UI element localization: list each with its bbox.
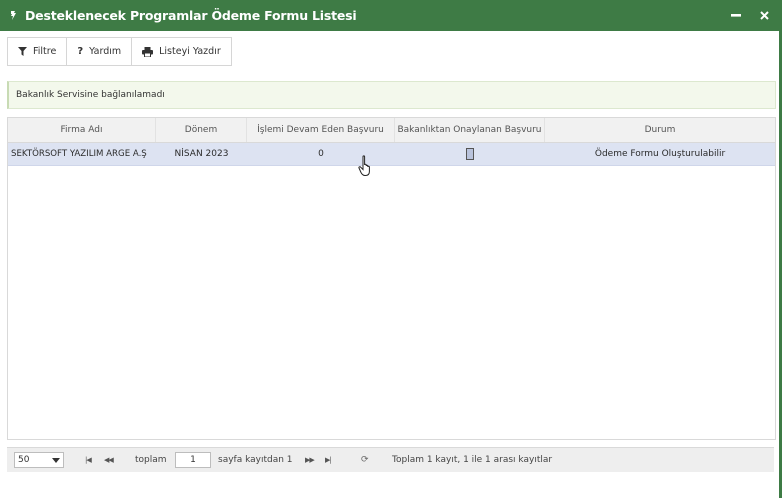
- close-button[interactable]: [756, 7, 772, 23]
- page-size-select[interactable]: 50: [14, 452, 64, 468]
- cell-durum: Ödeme Formu Oluşturulabilir: [594, 149, 726, 159]
- last-page-button[interactable]: ▶|: [325, 448, 332, 472]
- column-header-firma[interactable]: Firma Adı: [8, 118, 156, 142]
- grid-header: Firma Adı Dönem İşlemi Devam Eden Başvur…: [8, 118, 775, 143]
- close-icon: [759, 10, 769, 20]
- help-label: Yardım: [89, 46, 122, 57]
- previous-page-button[interactable]: ◀◀: [104, 448, 114, 472]
- help-button[interactable]: ? Yardım: [67, 38, 133, 65]
- title-bar: Desteklenecek Programlar Ödeme Formu Lis…: [0, 0, 782, 31]
- cell-donem: NİSAN 2023: [174, 149, 229, 159]
- alert-message: Bakanlık Servisine bağlanılamadı: [16, 90, 165, 100]
- pager: 50 |◀ ◀◀ toplam 1 sayfa kayıtdan 1 ▶▶ ▶|…: [7, 447, 774, 472]
- gear-icon: [8, 10, 18, 21]
- column-header-donem[interactable]: Dönem: [156, 118, 247, 142]
- record-summary: Toplam 1 kayıt, 1 ile 1 arası kayıtlar: [392, 455, 553, 465]
- service-alert: Bakanlık Servisine bağlanılamadı: [7, 81, 776, 109]
- printer-icon: [142, 46, 154, 57]
- previous-page-icon: ◀◀: [104, 456, 114, 464]
- first-page-icon: |◀: [85, 456, 92, 464]
- column-header-onaylanan[interactable]: Bakanlıktan Onaylanan Başvuru: [395, 118, 545, 142]
- payment-form-grid: Firma Adı Dönem İşlemi Devam Eden Başvur…: [7, 117, 776, 440]
- refresh-icon: ⟳: [361, 455, 369, 465]
- filter-button[interactable]: Filtre: [8, 38, 68, 65]
- first-page-button[interactable]: |◀: [85, 448, 92, 472]
- next-page-button[interactable]: ▶▶: [305, 448, 315, 472]
- page-size-value: 50: [18, 455, 30, 465]
- toolbar: Filtre ? Yardım Listeyi Yazdır: [7, 37, 232, 66]
- cell-firma: SEKTÖRSOFT YAZILIM ARGE A.Ş: [11, 149, 147, 159]
- minimize-icon: [731, 13, 741, 17]
- total-label: toplam: [135, 455, 167, 465]
- cell-onaylanan[interactable]: [395, 143, 545, 165]
- chevron-down-icon: [52, 457, 60, 467]
- column-header-durum[interactable]: Durum: [545, 118, 775, 142]
- question-icon: ?: [77, 46, 84, 57]
- print-label: Listeyi Yazdır: [159, 46, 221, 57]
- window-title: Desteklenecek Programlar Ödeme Formu Lis…: [25, 8, 357, 23]
- hand-pointer-icon: [358, 155, 370, 176]
- text-caret: [466, 148, 474, 160]
- next-page-icon: ▶▶: [305, 456, 315, 464]
- table-row[interactable]: SEKTÖRSOFT YAZILIM ARGE A.Ş NİSAN 2023 0…: [8, 143, 775, 166]
- filter-icon: [18, 47, 27, 56]
- page-suffix-label: sayfa kayıtdan 1: [218, 455, 293, 465]
- last-page-icon: ▶|: [325, 456, 332, 464]
- minimize-button[interactable]: [728, 7, 744, 23]
- column-header-islemde[interactable]: İşlemi Devam Eden Başvuru: [247, 118, 395, 142]
- filter-label: Filtre: [33, 46, 57, 57]
- print-list-button[interactable]: Listeyi Yazdır: [132, 38, 231, 65]
- refresh-button[interactable]: ⟳: [361, 448, 369, 472]
- page-number-input[interactable]: 1: [175, 452, 211, 468]
